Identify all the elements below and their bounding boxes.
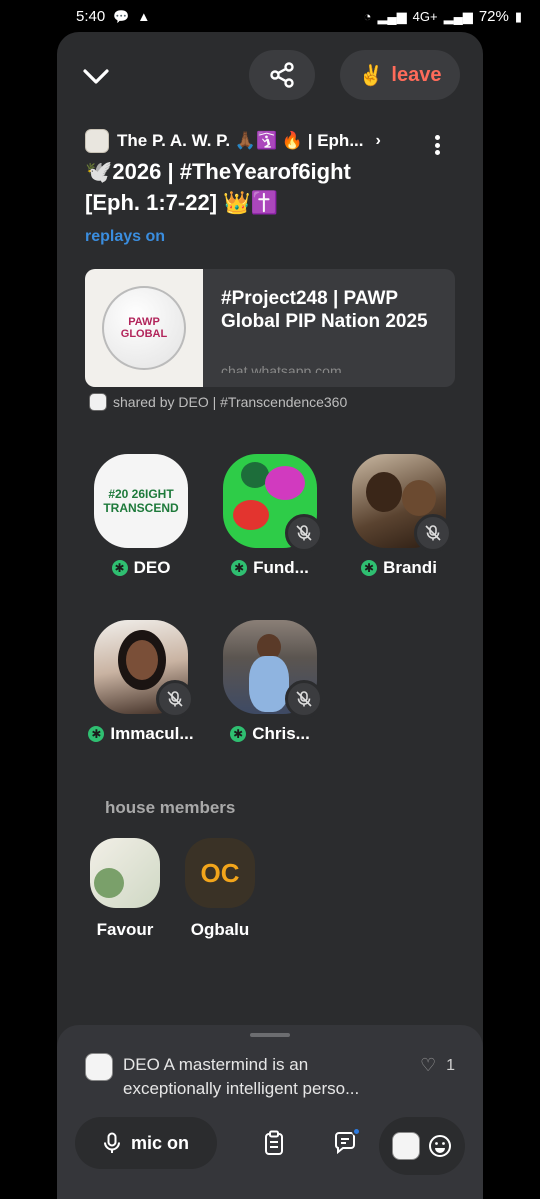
drag-handle[interactable]: [250, 1033, 290, 1037]
thumbnail-text: PAWP GLOBAL: [120, 316, 168, 340]
room-title: 🕊️2026 | #TheYearof6ight [Eph. 1:7-22] 👑…: [85, 156, 435, 218]
clipboard-icon[interactable]: [260, 1129, 288, 1157]
globe-logo: PAWP GLOBAL: [102, 286, 186, 370]
speaker-name: ✱ Immacul...: [81, 724, 201, 744]
chat-message: DEO A mastermind is an exceptionally int…: [123, 1053, 403, 1101]
speaker-status-icon: ✱: [88, 726, 105, 742]
muted-mic-icon: [414, 514, 452, 552]
room-title-line-1: 🕊️2026 | #TheYearof6ight: [85, 159, 351, 184]
speaker-tile[interactable]: ✱ Fund...: [210, 454, 330, 594]
chat-icon[interactable]: [331, 1127, 361, 1157]
speaker-name-label: Brandi: [383, 558, 437, 577]
shared-by-row: shared by DEO | #Transcendence360: [89, 393, 347, 411]
member-name: Ogbalu: [190, 920, 250, 939]
like-control[interactable]: ♡ 1: [420, 1055, 455, 1076]
avatar-initials: OC: [200, 857, 240, 888]
club-logo: [85, 129, 109, 153]
cell-signal-icon: ▂▄▆: [377, 8, 407, 24]
chat-bubble-icon: 💬: [113, 8, 130, 24]
emoji-icon: [429, 1135, 451, 1157]
avatar: #20 26IGHT TRANSCEND: [94, 454, 188, 548]
speaker-name: ✱ Fund...: [210, 558, 330, 578]
shared-link-card[interactable]: PAWP GLOBAL #Project248 | PAWP Global PI…: [85, 269, 455, 387]
speaker-tile[interactable]: #20 26IGHT TRANSCEND ✱ DEO: [81, 454, 201, 594]
room-panel: ✌️ leave The P. A. W. P. 🙏🏾🛐 🔥 | Eph... …: [57, 32, 483, 1199]
muted-mic-icon: [285, 514, 323, 552]
battery-icon: ▮: [514, 8, 522, 24]
bottom-bar: DEO A mastermind is an exceptionally int…: [57, 1025, 483, 1199]
avatar-text: #20 26IGHT TRANSCEND: [103, 487, 179, 515]
sharer-avatar: [89, 393, 107, 411]
leave-label: leave: [391, 63, 442, 86]
peace-hand-icon: ✌️: [358, 64, 384, 87]
cell-signal-icon-2: ▂▄▆: [443, 8, 473, 24]
battery-level: 72%: [478, 7, 509, 25]
avatar: OC: [185, 838, 255, 908]
share-button[interactable]: [249, 50, 315, 100]
self-avatar: [392, 1132, 420, 1160]
status-time: 5:40: [76, 7, 106, 25]
status-bar: 5:40 💬 ▲ ◔ ▂▄▆ 4G+ ▂▄▆ 72% ▮: [0, 0, 540, 32]
wifi-signal-icon: ◔: [363, 8, 372, 24]
muted-mic-icon: [156, 680, 194, 718]
speaker-name: ✱ DEO: [81, 558, 201, 578]
link-url: chat.whatsapp.com: [221, 363, 342, 373]
reactions-button[interactable]: [379, 1117, 465, 1175]
chat-avatar: [85, 1053, 113, 1081]
speaker-tile[interactable]: ✱ Brandi: [339, 454, 459, 594]
link-thumbnail: PAWP GLOBAL: [85, 269, 203, 387]
avatar: [90, 838, 160, 908]
room-header: ✌️ leave: [57, 50, 483, 102]
section-label: house members: [105, 798, 236, 817]
speaker-status-icon: ✱: [361, 560, 378, 576]
mic-label: mic on: [130, 1132, 189, 1153]
warning-icon: ▲: [137, 8, 151, 24]
member-tile[interactable]: Favour: [80, 838, 170, 948]
collapse-chevron-icon[interactable]: [81, 62, 111, 92]
leave-button[interactable]: ✌️ leave: [340, 50, 460, 100]
muted-mic-icon: [285, 680, 323, 718]
speaker-name-label: Chris...: [252, 724, 310, 743]
heart-icon: ♡: [419, 1055, 437, 1075]
network-type: 4G+: [412, 8, 438, 24]
speaker-name-label: Immacul...: [110, 724, 194, 743]
microphone-icon: [103, 1132, 120, 1153]
club-name: The P. A. W. P. 🙏🏾🛐 🔥 | Eph...: [117, 131, 364, 150]
speaker-name: ✱ Chris...: [210, 724, 330, 744]
member-tile[interactable]: OC Ogbalu: [175, 838, 265, 948]
notification-dot: [352, 1127, 361, 1136]
replays-status: replays on: [85, 228, 166, 245]
speaker-name-label: DEO: [133, 558, 171, 577]
shared-by-text: shared by DEO | #Transcendence360: [113, 394, 348, 410]
member-name: Favour: [96, 920, 154, 939]
more-options-icon[interactable]: [429, 132, 445, 158]
speaker-status-icon: ✱: [111, 560, 128, 576]
mic-button[interactable]: mic on: [75, 1117, 217, 1169]
speaker-status-icon: ✱: [230, 726, 247, 742]
speaker-name-label: Fund...: [253, 558, 309, 577]
room-title-line-2: [Eph. 1:7-22] 👑✝️: [85, 190, 278, 215]
like-count: 1: [446, 1056, 455, 1074]
speaker-tile[interactable]: ✱ Immacul...: [81, 620, 201, 760]
link-title: #Project248 | PAWP Global PIP Nation 202…: [221, 288, 428, 332]
speaker-tile[interactable]: ✱ Chris...: [210, 620, 330, 760]
chat-author: DEO: [123, 1055, 160, 1074]
club-link[interactable]: The P. A. W. P. 🙏🏾🛐 🔥 | Eph... ›: [85, 128, 465, 154]
chevron-right-icon: ›: [375, 132, 381, 149]
share-icon: [270, 62, 294, 88]
chat-preview[interactable]: DEO A mastermind is an exceptionally int…: [85, 1051, 455, 1111]
speaker-name: ✱ Brandi: [339, 558, 459, 578]
speaker-status-icon: ✱: [231, 560, 248, 576]
